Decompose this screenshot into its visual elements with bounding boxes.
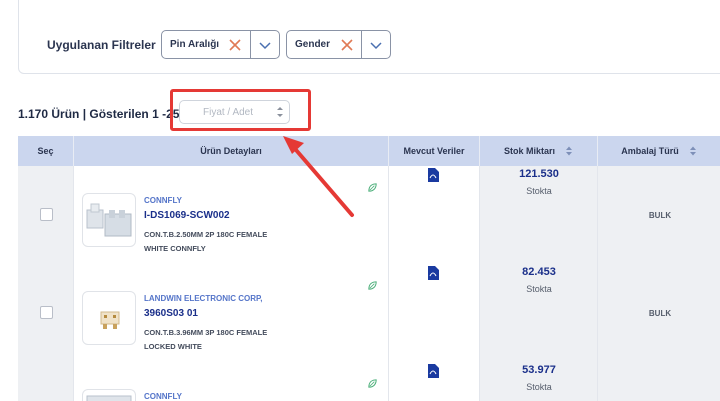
arrow-annotation <box>283 136 354 217</box>
